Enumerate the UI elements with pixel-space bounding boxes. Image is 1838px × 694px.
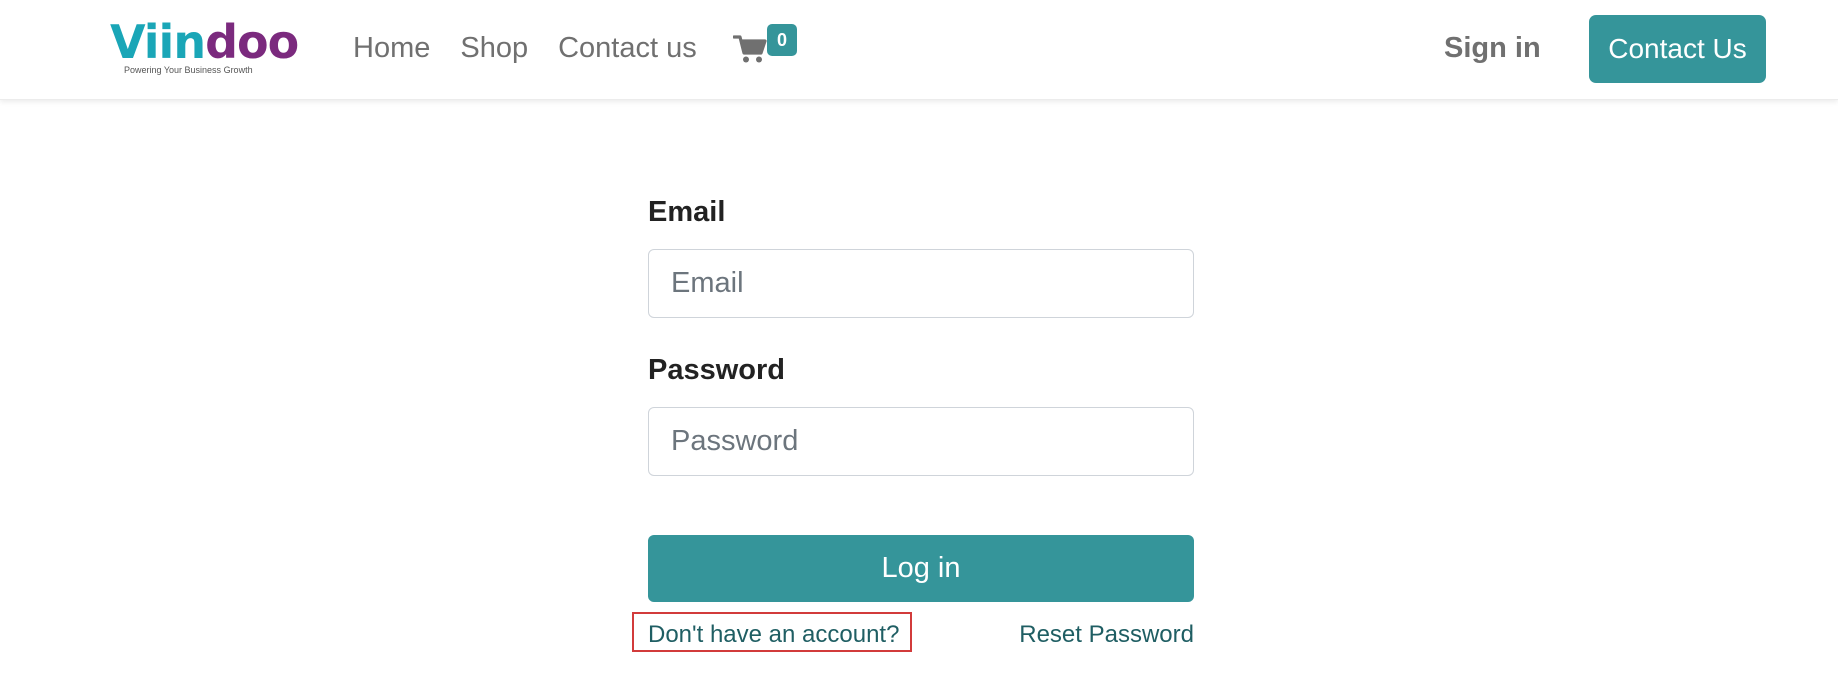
- logo-wordmark-part-b: doo: [205, 15, 299, 69]
- sign-in-link[interactable]: Sign in: [1444, 28, 1541, 68]
- main-nav: Home Shop Contact us: [353, 28, 727, 68]
- site-header: Viindoo Powering Your Business Growth Ho…: [0, 0, 1838, 100]
- brand-logo[interactable]: Viindoo Powering Your Business Growth: [110, 15, 299, 78]
- email-field[interactable]: [648, 249, 1194, 318]
- password-label: Password: [648, 354, 785, 386]
- reset-password-link[interactable]: Reset Password: [1019, 618, 1194, 652]
- cart-button[interactable]: 0: [732, 24, 803, 74]
- contact-us-button[interactable]: Contact Us: [1589, 15, 1766, 83]
- nav-link-shop[interactable]: Shop: [460, 32, 528, 65]
- logo-tagline: Powering Your Business Growth: [124, 65, 253, 75]
- logo-wordmark-part-a: Viin: [110, 15, 206, 69]
- logo-wordmark: Viindoo: [110, 15, 299, 69]
- shopping-cart-icon: [732, 34, 767, 64]
- form-links-row: Don't have an account? Reset Password: [632, 612, 1194, 652]
- nav-link-home[interactable]: Home: [353, 32, 430, 65]
- signup-link[interactable]: Don't have an account?: [648, 618, 899, 652]
- login-form: Email Password Log in Don't have an acco…: [632, 190, 1194, 652]
- log-in-button[interactable]: Log in: [648, 535, 1194, 602]
- email-label: Email: [648, 196, 726, 228]
- password-field[interactable]: [648, 407, 1194, 476]
- nav-link-contact-us[interactable]: Contact us: [558, 32, 697, 65]
- cart-count-badge: 0: [767, 24, 797, 56]
